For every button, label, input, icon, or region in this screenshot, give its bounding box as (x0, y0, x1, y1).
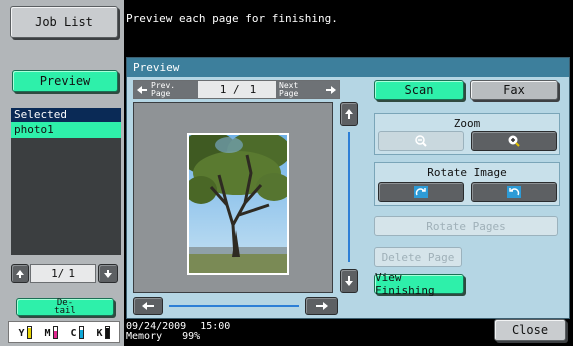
arrow-left-icon (142, 302, 154, 310)
job-list-button[interactable]: Job List (10, 6, 118, 38)
status-time: 15:00 (200, 321, 231, 332)
zoom-title: Zoom (453, 117, 481, 130)
list-item[interactable]: photo1 (11, 122, 121, 138)
selected-documents-header: Selected Documents (11, 108, 121, 135)
delete-page-label: Delete Page (381, 250, 455, 264)
scroll-down-button[interactable] (340, 269, 358, 293)
list-scroll-up-button[interactable] (11, 264, 29, 283)
panel-title: Preview (127, 58, 569, 77)
scroll-right-button[interactable] (305, 297, 338, 315)
memory-value: 99% (182, 331, 201, 342)
toner-levels: Y M C K (8, 321, 120, 343)
rotate-left-button[interactable] (378, 182, 464, 202)
rotate-right-icon (507, 186, 521, 198)
tree-photo (189, 135, 287, 273)
rotate-image-group: Rotate Image (374, 162, 560, 206)
memory-label: Memory (126, 331, 163, 342)
zoom-group: Zoom (374, 113, 560, 155)
next-page-label: Next Page (279, 80, 299, 98)
zoom-out-icon (415, 135, 427, 147)
close-button[interactable]: Close (494, 319, 566, 341)
left-sidebar: Job List Preview Selected Documents phot… (0, 0, 124, 346)
status-bar: 09/24/2009 15:00 Memory 99% (126, 322, 230, 342)
toner-black-bar (104, 325, 110, 339)
job-list-label: Job List (35, 15, 93, 29)
horizontal-scroll-track[interactable] (169, 305, 299, 307)
page-counter: 1 / 1 (202, 81, 274, 98)
rotate-left-icon (414, 186, 428, 198)
zoom-in-button[interactable] (471, 131, 557, 151)
scan-button[interactable]: Scan (374, 80, 464, 100)
vertical-scroll-track[interactable] (348, 132, 350, 262)
selected-documents-list (11, 138, 121, 255)
close-label: Close (511, 323, 549, 337)
scroll-left-button[interactable] (133, 297, 163, 315)
list-page-current: 1/ (51, 267, 65, 280)
view-finishing-button[interactable]: View Finishing (374, 271, 464, 297)
arrow-left-icon (137, 85, 147, 94)
delete-page-button[interactable]: Delete Page (374, 247, 462, 267)
toner-yellow-bar (26, 325, 32, 339)
preview-panel: Preview Prev. Page 1 / 1 Next Page Scan … (126, 57, 570, 319)
arrow-up-icon (16, 269, 24, 278)
zoom-out-button[interactable] (378, 131, 464, 151)
fax-button[interactable]: Fax (470, 80, 558, 100)
page-current: 1 / (219, 83, 240, 96)
rotate-pages-label: Rotate Pages (426, 219, 506, 233)
arrow-right-icon (326, 85, 336, 94)
arrow-down-icon (104, 269, 112, 278)
view-finishing-label: View Finishing (375, 271, 435, 297)
arrow-up-icon (345, 109, 353, 119)
fax-label: Fax (503, 83, 525, 97)
detail-button[interactable]: De- tail (16, 298, 114, 316)
arrow-right-icon (315, 302, 328, 310)
scroll-up-button[interactable] (340, 102, 358, 126)
instruction-message: Preview each page for finishing. (126, 12, 338, 25)
toner-yellow: Y (18, 325, 32, 339)
list-page-total: 1 (68, 267, 75, 280)
detail-label: De- tail (54, 298, 76, 316)
prev-page-label: Prev. Page (151, 80, 176, 98)
zoom-in-icon (508, 135, 520, 147)
vertical-scrollbar (340, 102, 358, 293)
scan-label: Scan (404, 83, 434, 97)
list-page-counter: 1/ 1 (30, 264, 96, 283)
preview-tab-label: Preview (39, 74, 91, 88)
preview-area (133, 102, 333, 293)
toner-magenta: M (44, 325, 58, 339)
page-navigation: Prev. Page 1 / 1 Next Page (133, 80, 340, 99)
arrow-down-icon (345, 276, 353, 286)
list-scroll-down-button[interactable] (98, 264, 118, 283)
horizontal-scrollbar (133, 297, 338, 315)
rotate-pages-button[interactable]: Rotate Pages (374, 216, 558, 236)
toner-cyan-bar (78, 325, 84, 339)
prev-page-button[interactable]: Prev. Page (134, 81, 198, 98)
screen: Job List Preview Selected Documents phot… (0, 0, 573, 346)
toner-cyan: C (70, 325, 84, 339)
toner-black: K (96, 325, 110, 339)
preview-tab-button[interactable]: Preview (12, 70, 118, 92)
rotate-right-button[interactable] (471, 182, 557, 202)
page-total: 1 (249, 83, 257, 96)
rotate-image-title: Rotate Image (427, 166, 507, 179)
toner-magenta-bar (52, 325, 58, 339)
next-page-button[interactable]: Next Page (276, 81, 339, 98)
page-thumbnail (187, 133, 289, 275)
